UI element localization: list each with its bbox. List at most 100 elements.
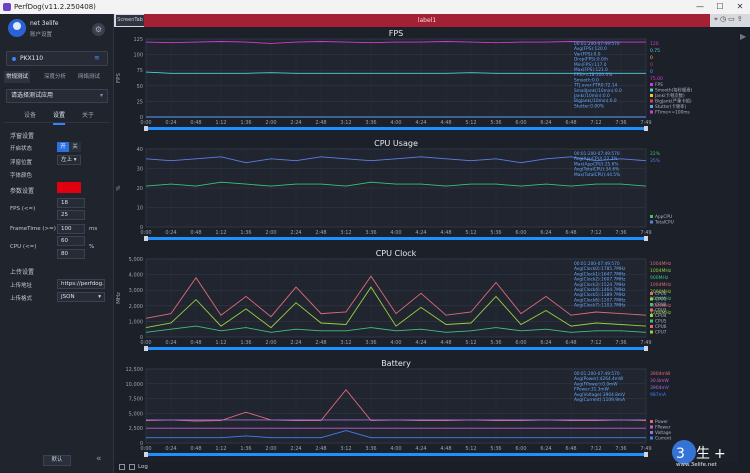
tab-settings[interactable]: 设置	[53, 109, 66, 125]
tab-about[interactable]: 关于	[82, 109, 94, 123]
x-tick-label: 6:48	[565, 120, 576, 126]
clock-icon[interactable]: ◷	[720, 15, 728, 23]
y-tick-label: 10	[137, 206, 143, 212]
app-select-value: 请选择测试应用	[11, 92, 54, 99]
x-tick-label: 4:00	[390, 446, 401, 452]
font-color-label: 字体颜色	[10, 173, 33, 179]
cpu-input-1[interactable]: 60	[57, 236, 85, 246]
account-settings-link[interactable]: 账户设置	[30, 30, 52, 38]
fps-input-2[interactable]: 25	[57, 210, 85, 220]
x-tick-label: 0:00	[140, 230, 151, 236]
x-tick-label: 4:24	[415, 446, 426, 452]
cpu-label: CPU (<=)	[10, 244, 37, 250]
x-tick-label: 1:12	[215, 230, 226, 236]
gear-icon[interactable]: ⚙	[92, 23, 105, 36]
float-on-toggle[interactable]: 开	[57, 142, 69, 152]
x-tick-label: 4:24	[415, 340, 426, 346]
font-color-swatch[interactable]	[57, 182, 81, 193]
upload-address-input[interactable]: https://perfdog.q	[57, 279, 105, 289]
tab-network-test[interactable]: 网络测试	[76, 71, 102, 83]
x-tick-label: 4:00	[390, 340, 401, 346]
tab-screen[interactable]: ScreenTab	[116, 15, 144, 26]
play-icon[interactable]: ▶	[740, 32, 748, 42]
x-tick-label: 7:12	[590, 120, 601, 126]
x-tick-label: 6:00	[515, 230, 526, 236]
default-button[interactable]: 默认	[43, 455, 71, 466]
y-tick-label: 100	[133, 53, 143, 59]
upload-format-value: JSON	[61, 294, 75, 300]
tab-label1[interactable]: label1	[144, 14, 710, 27]
stats-line: 00:01:200-07:49:570	[574, 41, 620, 47]
float-open-label: 开启状态	[10, 146, 33, 152]
legend-swatch	[650, 88, 653, 92]
x-tick-label: 6:00	[515, 120, 526, 126]
device-selector[interactable]: PKX110 ≋	[6, 51, 108, 66]
tab-deep-analysis[interactable]: 深度分析	[42, 71, 68, 83]
folder-icon[interactable]: ▭	[728, 15, 737, 23]
x-tick-label: 7:36	[615, 446, 626, 452]
float-position-select[interactable]: 左上 ▾	[57, 155, 81, 165]
x-tick-label: 7:49	[640, 120, 651, 126]
legend-entry: CPU3	[655, 308, 667, 314]
x-tick-label: 3:36	[365, 340, 376, 346]
x-tick-label: 4:48	[440, 340, 451, 346]
collapse-sidebar-icon[interactable]: «	[96, 454, 102, 464]
y-tick-label: 20	[137, 186, 143, 192]
legend-entry: FPS	[655, 82, 663, 88]
y-axis-label: MHz	[116, 292, 122, 304]
stats-line: Smooth:0.0	[574, 77, 599, 83]
device-name: PKX110	[20, 55, 44, 62]
y-tick-label: 5,000	[129, 257, 143, 263]
log-label: Log	[138, 464, 148, 470]
y-tick-label: 5,000	[129, 411, 143, 417]
y-tick-label: 75	[137, 68, 143, 74]
legend-entry: CPU1	[655, 297, 667, 303]
x-tick-label: 3:36	[365, 230, 376, 236]
log-checkbox[interactable]	[119, 464, 125, 470]
upload-icon[interactable]: ⇪	[737, 15, 745, 23]
stats-line: Avg(AppCPU):22.3%	[574, 156, 618, 162]
cpu-input-2[interactable]: 80	[57, 249, 85, 259]
x-tick-label: 2:48	[315, 340, 326, 346]
legend-swatch	[650, 436, 653, 440]
x-tick-label: 1:12	[215, 446, 226, 452]
upload-address-label: 上传地址	[10, 283, 33, 289]
frametime-input[interactable]: 100	[57, 224, 85, 234]
svg-text:生: 生	[696, 446, 710, 462]
x-tick-label: 2:24	[290, 446, 301, 452]
x-tick-label: 0:24	[165, 340, 176, 346]
x-tick-label: 1:36	[240, 120, 251, 126]
app-select[interactable]: 请选择测试应用 ▾	[6, 89, 108, 103]
avatar[interactable]	[8, 19, 26, 37]
current-value: 75.00	[650, 76, 663, 82]
stats-line: Min(FPS):117.0	[574, 62, 607, 68]
x-tick-label: 6:24	[540, 230, 551, 236]
x-tick-label: 2:48	[315, 446, 326, 452]
stats-line: Jank(/10min):0.0	[573, 93, 610, 99]
close-button[interactable]: ✕	[730, 0, 750, 14]
current-value: 1004MHz	[650, 268, 672, 274]
x-tick-label: 0:24	[165, 120, 176, 126]
stats-line: Avg(Clock2):1607.7MHz	[574, 277, 626, 283]
stats-line: Var(FPS):0.0	[574, 51, 601, 57]
sub-tabs: 设备 设置 关于	[4, 109, 110, 125]
stats-line: Avg(Clock1):1647.7MHz	[574, 271, 626, 277]
upload-format-select[interactable]: JSON ▾	[57, 292, 105, 302]
log-icon	[129, 464, 135, 470]
legend-entry: CPU0	[655, 291, 667, 297]
y-tick-label: 10,000	[126, 382, 144, 388]
tab-device[interactable]: 设备	[24, 109, 36, 123]
stats-line: Max(FPS):121.0	[574, 67, 608, 73]
float-off-toggle[interactable]: 关	[69, 142, 81, 152]
current-value: 30.8mW	[650, 378, 669, 384]
legend-swatch	[650, 220, 653, 224]
vertical-scrollbar[interactable]	[738, 27, 750, 463]
maximize-button[interactable]: ☐	[710, 0, 730, 14]
fps-input-1[interactable]: 18	[57, 198, 85, 208]
minimize-button[interactable]: —	[690, 0, 710, 14]
legend-entry: Power	[655, 419, 668, 425]
toolbar-icons: ⌖◷▭⇪	[714, 15, 745, 24]
tab-normal-test[interactable]: 常规测试	[4, 71, 31, 83]
stats-line: 00:01:200-07:49:570	[574, 371, 620, 377]
window-title: PerfDog(v11.2.250408)	[14, 3, 96, 11]
